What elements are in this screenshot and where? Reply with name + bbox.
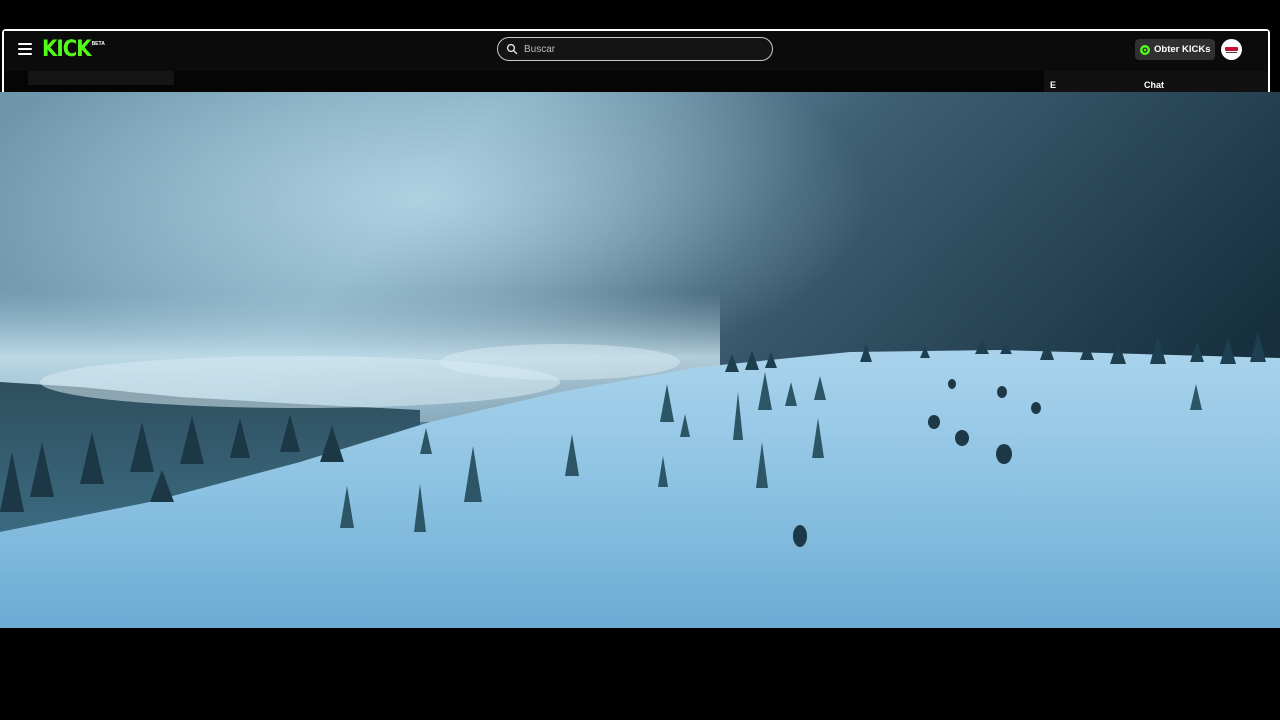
sub-navigation-strip: E Chat bbox=[4, 71, 1268, 92]
avatar-logo-underline bbox=[1226, 52, 1237, 53]
kicks-coin-icon bbox=[1140, 44, 1150, 55]
search-icon bbox=[506, 43, 518, 55]
get-kicks-label: Obter KICKs bbox=[1154, 44, 1211, 55]
chat-tab[interactable]: Chat bbox=[1144, 80, 1164, 90]
collapse-tab[interactable]: E bbox=[1050, 80, 1056, 90]
top-navigation-bar: KICK BETA Obter KICKs bbox=[4, 31, 1268, 71]
video-frame-snow-landscape bbox=[0, 92, 1280, 628]
get-kicks-button[interactable]: Obter KICKs bbox=[1135, 39, 1215, 60]
sidebar-header-placeholder bbox=[28, 71, 174, 85]
search-input[interactable] bbox=[522, 42, 766, 56]
avatar-logo-mark bbox=[1225, 47, 1238, 51]
video-player[interactable] bbox=[0, 92, 1280, 628]
search-bar[interactable] bbox=[497, 37, 773, 61]
kick-logo[interactable]: KICK BETA bbox=[42, 38, 105, 62]
logo-text: KICK bbox=[42, 37, 92, 62]
hamburger-menu-icon[interactable] bbox=[18, 43, 32, 55]
beta-badge: BETA bbox=[91, 41, 105, 47]
user-avatar[interactable] bbox=[1221, 39, 1242, 60]
app-frame: KICK BETA Obter KICKs E Chat bbox=[0, 0, 1280, 720]
